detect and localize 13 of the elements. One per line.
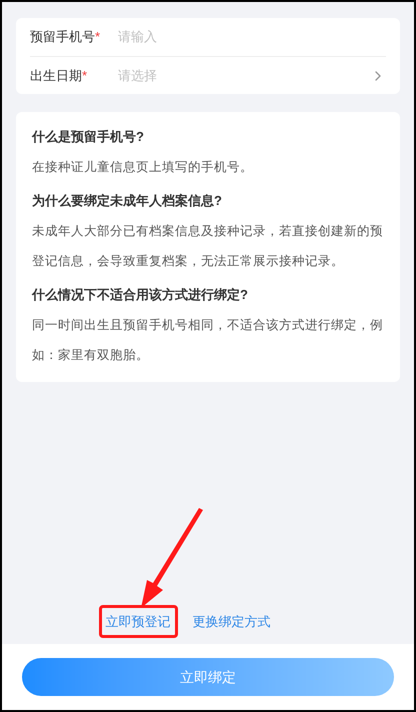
- text-link[interactable]: 更换绑定方式: [186, 604, 278, 638]
- faq-question: 什么情况下不适合用该方式进行绑定?: [32, 286, 249, 304]
- faq-question: 为什么要绑定未成年人档案信息?: [32, 192, 223, 210]
- bind-button[interactable]: 立即绑定: [22, 658, 394, 696]
- faq-answer: 未成年人大部分已有档案信息及接种记录，若直接创建新的预登记信息，会导致重复档案，无法正常展示接种记录。: [32, 223, 384, 270]
- faq-question: 什么是预留手机号?: [32, 128, 145, 146]
- faq-answer: 在接种证儿童信息页上填写的手机号。: [32, 159, 254, 176]
- phone-input-field[interactable]: 请输入: [118, 27, 386, 47]
- text-link[interactable]: 立即预登记: [98, 604, 178, 638]
- field-label: 预留手机号*: [30, 28, 102, 46]
- field-label: 出生日期*: [30, 66, 88, 85]
- faq-answer: 同一时间出生且预留手机号相同，不适合该方式进行绑定，例如：家里有双胞胎。: [32, 317, 384, 364]
- date-select[interactable]: 请选择: [118, 66, 386, 86]
